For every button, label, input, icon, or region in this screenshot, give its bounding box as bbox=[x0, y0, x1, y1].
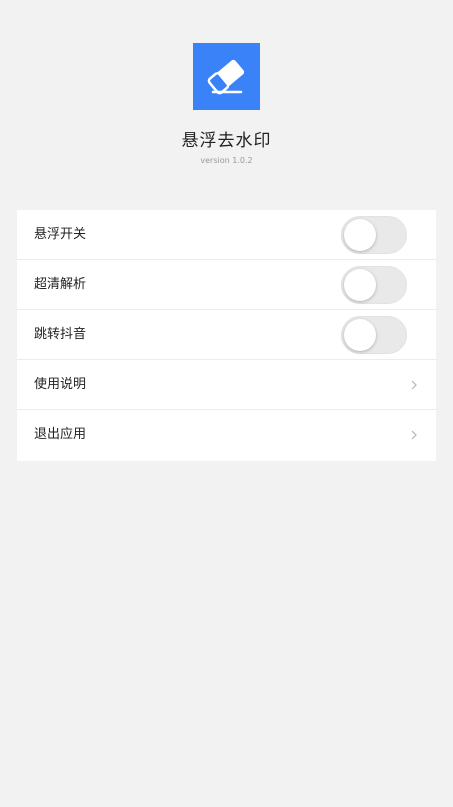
settings-row-jump-douyin: 跳转抖音 bbox=[17, 310, 436, 360]
settings-row-label: 悬浮开关 bbox=[34, 227, 87, 242]
settings-row-exit-app[interactable]: 退出应用 bbox=[17, 410, 436, 461]
settings-row-hd-parse: 超清解析 bbox=[17, 260, 436, 310]
settings-list: 悬浮开关 超清解析 跳转抖音 使用说明 退出应用 bbox=[17, 210, 436, 461]
settings-row-label: 超清解析 bbox=[34, 277, 87, 292]
toggle-knob bbox=[344, 269, 376, 301]
chevron-right-icon bbox=[411, 380, 417, 390]
settings-row-label: 退出应用 bbox=[34, 427, 87, 442]
settings-row-float-switch: 悬浮开关 bbox=[17, 210, 436, 260]
chevron-right-icon bbox=[411, 430, 417, 440]
jump-douyin-toggle[interactable] bbox=[341, 316, 407, 354]
hd-parse-toggle[interactable] bbox=[341, 266, 407, 304]
float-switch-toggle[interactable] bbox=[341, 216, 407, 254]
settings-row-label: 使用说明 bbox=[34, 377, 87, 392]
app-version: version 1.0.2 bbox=[200, 156, 253, 165]
eraser-icon bbox=[207, 59, 245, 95]
settings-row-instructions[interactable]: 使用说明 bbox=[17, 360, 436, 410]
app-header: 悬浮去水印 version 1.0.2 bbox=[0, 0, 453, 210]
toggle-knob bbox=[344, 319, 376, 351]
toggle-knob bbox=[344, 219, 376, 251]
app-logo bbox=[193, 43, 260, 110]
app-title: 悬浮去水印 bbox=[181, 131, 272, 151]
settings-row-label: 跳转抖音 bbox=[34, 327, 87, 342]
